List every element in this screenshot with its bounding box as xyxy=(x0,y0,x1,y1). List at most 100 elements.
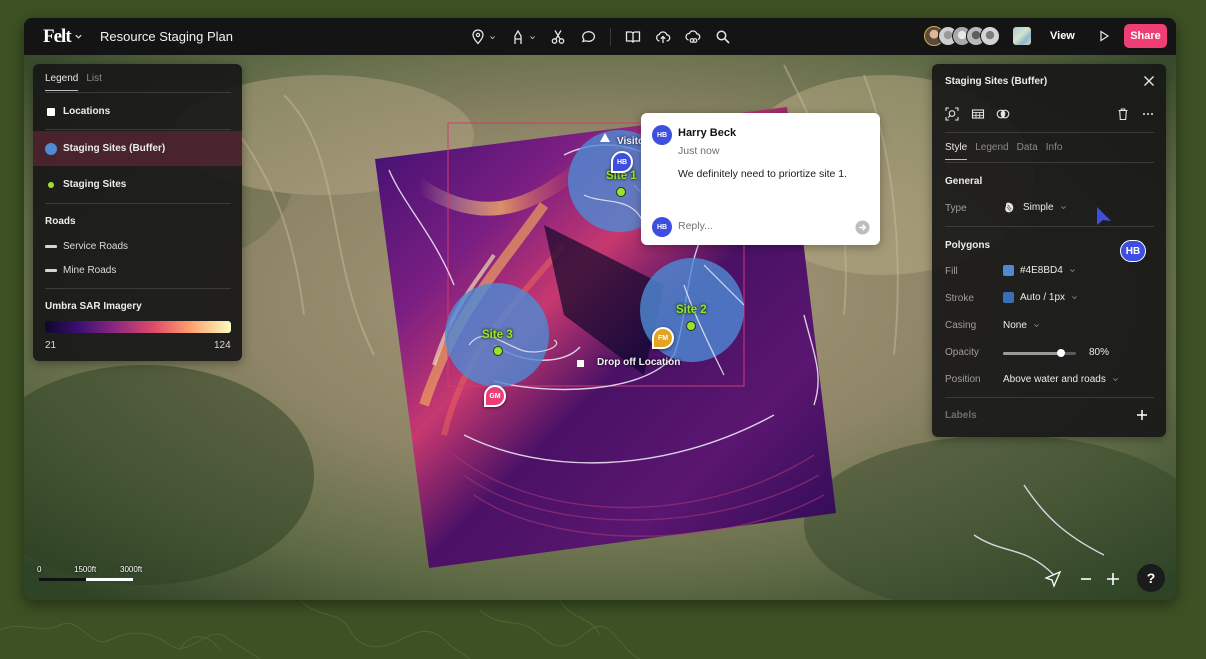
tab-legend[interactable]: Legend xyxy=(45,73,79,91)
general-heading: General xyxy=(945,176,983,187)
opacity-slider-fill xyxy=(1003,352,1062,355)
send-arrow-icon[interactable] xyxy=(855,220,870,235)
square-swatch-icon xyxy=(47,107,55,116)
divider xyxy=(45,92,231,93)
opacity-slider-thumb[interactable] xyxy=(1057,349,1066,357)
divider xyxy=(45,288,231,289)
chevron-down-icon xyxy=(1112,378,1118,382)
casing-select[interactable]: None xyxy=(1003,320,1040,331)
upload-tool-button[interactable] xyxy=(655,25,671,49)
chevron-down-icon[interactable] xyxy=(74,32,83,41)
tab-data[interactable]: Data xyxy=(1017,142,1038,160)
connect-tool-button[interactable] xyxy=(685,25,701,49)
basemap-thumbnail-button[interactable] xyxy=(1013,27,1031,45)
more-options-icon[interactable] xyxy=(1141,107,1155,121)
cut-tool-button[interactable] xyxy=(550,25,566,49)
attribution-more-link[interactable]: more xyxy=(387,599,404,600)
legend-item-staging-sites-buffer[interactable]: Staging Sites (Buffer) xyxy=(33,131,242,166)
opacity-value: 80% xyxy=(1089,347,1110,358)
labels-heading: Labels xyxy=(945,410,977,421)
chevron-down-icon xyxy=(1072,296,1077,300)
reply-input[interactable] xyxy=(678,220,838,232)
ramp-max-label: 124 xyxy=(214,340,231,351)
tab-style[interactable]: Style xyxy=(945,142,968,160)
cloud-link-icon xyxy=(685,30,701,43)
tab-legend[interactable]: Legend xyxy=(975,142,1008,160)
legend-item-service-roads[interactable]: Service Roads xyxy=(33,238,242,254)
text-tool-button[interactable] xyxy=(510,25,536,49)
divider xyxy=(45,203,231,204)
felt-logo[interactable]: Felt xyxy=(43,26,72,48)
compare-toggle-icon[interactable] xyxy=(996,107,1010,121)
site-2-point[interactable] xyxy=(686,321,696,331)
map-title[interactable]: Resource Staging Plan xyxy=(100,29,233,44)
legend-tabs: Legend List xyxy=(45,73,110,91)
divider xyxy=(945,162,1154,163)
legend-item-mine-roads[interactable]: Mine Roads xyxy=(33,262,242,278)
comment-tool-button[interactable] xyxy=(580,25,596,49)
comment-body: We definitely need to priortize site 1. xyxy=(678,168,848,180)
position-label: Position xyxy=(945,374,981,385)
scissors-icon xyxy=(551,30,565,44)
ramp-min-label: 21 xyxy=(45,340,57,351)
umbra-sar-heading[interactable]: Umbra SAR Imagery xyxy=(45,301,142,312)
avatar[interactable] xyxy=(980,26,1000,46)
simple-style-icon xyxy=(1005,202,1014,213)
opacity-label: Opacity xyxy=(945,347,979,358)
present-play-icon[interactable] xyxy=(1098,30,1110,42)
comment-pin-gm[interactable]: GM xyxy=(484,385,506,407)
drop-off-marker[interactable] xyxy=(577,360,584,367)
roads-heading[interactable]: Roads xyxy=(45,216,76,227)
tab-list[interactable]: List xyxy=(86,73,102,91)
text-marker-icon xyxy=(514,29,522,44)
comment-card: HB Harry Beck Just now We definitely nee… xyxy=(641,113,880,245)
chevron-down-icon xyxy=(1060,206,1066,210)
chevron-down-icon xyxy=(1069,269,1075,273)
library-tool-button[interactable] xyxy=(625,25,641,49)
chevron-down-icon xyxy=(490,35,495,39)
view-button[interactable]: View xyxy=(1050,30,1075,42)
stroke-select[interactable]: Auto / 1px xyxy=(1003,292,1078,303)
trash-icon[interactable] xyxy=(1116,107,1130,121)
type-select[interactable]: Simple xyxy=(1003,201,1067,214)
site-3-label: Site 3 xyxy=(482,329,513,341)
comment-pin-hb[interactable]: HB xyxy=(611,151,633,173)
zoom-to-layer-icon[interactable] xyxy=(945,107,959,121)
type-label: Type xyxy=(945,203,967,214)
table-icon[interactable] xyxy=(971,107,985,121)
pin-tool-button[interactable] xyxy=(470,25,496,49)
divider xyxy=(945,132,1154,133)
map-pin-icon xyxy=(472,29,484,45)
fill-color-select[interactable]: #4E8BD4 xyxy=(1003,265,1076,276)
circle-swatch-icon xyxy=(45,142,57,155)
toolbar-divider xyxy=(610,28,611,46)
casing-label: Casing xyxy=(945,320,977,331)
polygons-heading: Polygons xyxy=(945,240,991,251)
tab-info[interactable]: Info xyxy=(1046,142,1063,160)
felt-app-window: Felt Resource Staging Plan View Share Vi… xyxy=(24,18,1176,600)
share-button[interactable]: Share xyxy=(1124,24,1167,48)
collaborator-cursor-badge: HB xyxy=(1120,240,1146,262)
opacity-slider[interactable] xyxy=(1003,349,1076,357)
site-3-point[interactable] xyxy=(493,346,503,356)
add-label-plus-icon[interactable] xyxy=(1136,409,1148,421)
comment-author-avatar: HB xyxy=(652,125,672,145)
legend-item-locations[interactable]: Locations xyxy=(33,94,242,129)
line-swatch-icon xyxy=(45,268,57,272)
help-button[interactable]: ? xyxy=(1137,564,1165,592)
divider xyxy=(45,129,231,130)
comment-author: Harry Beck xyxy=(678,127,737,139)
legend-item-staging-sites[interactable]: Staging Sites xyxy=(33,167,242,202)
comment-pin-fm[interactable]: FM xyxy=(652,327,674,349)
comment-time: Just now xyxy=(678,145,720,157)
comment-icon xyxy=(581,31,596,43)
position-select[interactable]: Above water and roads xyxy=(1003,374,1119,385)
book-icon xyxy=(625,31,641,43)
chevron-down-icon xyxy=(1034,324,1039,328)
fill-color-swatch xyxy=(1003,265,1014,276)
top-bar: Felt Resource Staging Plan View Share xyxy=(24,18,1176,55)
search-tool-button[interactable] xyxy=(715,25,731,49)
close-icon[interactable] xyxy=(1143,75,1155,87)
site-1-point[interactable] xyxy=(616,187,626,197)
site-2-label: Site 2 xyxy=(676,304,707,316)
